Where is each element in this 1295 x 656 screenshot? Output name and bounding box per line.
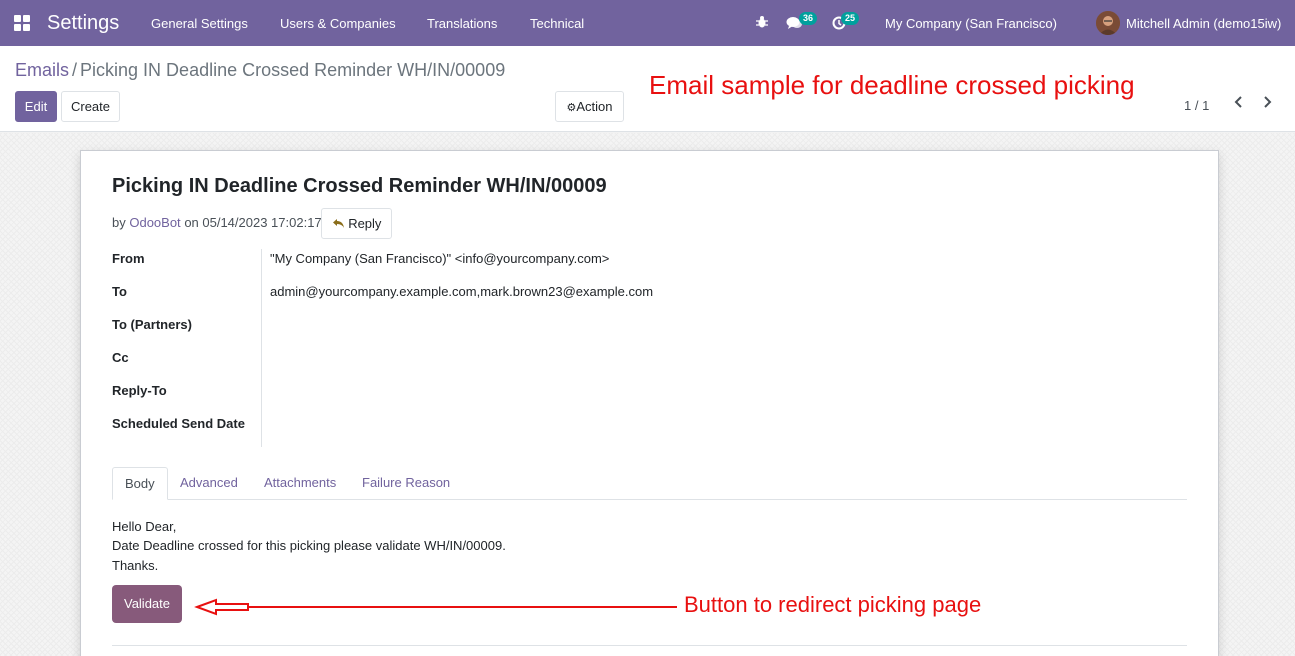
cc-label: Cc: [112, 350, 129, 365]
reply-to-label: Reply-To: [112, 383, 167, 398]
tab-attachments[interactable]: Attachments: [252, 467, 348, 500]
tab-advanced[interactable]: Advanced: [168, 467, 250, 500]
annotation-email-sample: Email sample for deadline crossed pickin…: [649, 70, 1135, 100]
from-label: From: [112, 251, 145, 266]
reply-button[interactable]: Reply: [321, 208, 392, 239]
control-panel: Emails / Picking IN Deadline Crossed Remin…: [0, 46, 1295, 132]
company-switcher[interactable]: My Company (San Francisco): [885, 16, 1057, 31]
breadcrumb-separator: /: [72, 60, 78, 80]
breadcrumb-current: Picking IN Deadline Crossed Reminder WH/…: [80, 60, 506, 80]
messages-count-badge: 36: [799, 12, 818, 25]
create-button[interactable]: Create: [61, 91, 120, 122]
to-label: To: [112, 284, 127, 299]
reply-label: Reply: [348, 216, 382, 231]
menu-technical[interactable]: Technical: [530, 16, 584, 31]
validate-button[interactable]: Validate: [112, 585, 182, 623]
reply-icon: [332, 216, 349, 231]
user-avatar[interactable]: [1096, 11, 1120, 35]
pager-next-icon[interactable]: [1262, 95, 1272, 114]
to-partners-label: To (Partners): [112, 317, 192, 332]
breadcrumb-emails-link[interactable]: Emails: [15, 60, 69, 80]
by-prefix: by: [112, 215, 126, 230]
email-date: on 05/14/2023 17:02:17: [184, 215, 322, 230]
debug-bug-icon[interactable]: [755, 15, 769, 32]
menu-users-companies[interactable]: Users & Companies: [280, 16, 396, 31]
fields-divider: [261, 249, 262, 447]
email-meta: by OdooBot on 05/14/2023 17:02:17: [112, 215, 322, 230]
pager-value[interactable]: 1 / 1: [1184, 98, 1209, 113]
body-line-message: Date Deadline crossed for this picking p…: [112, 538, 506, 553]
app-name[interactable]: Settings: [47, 12, 119, 35]
tab-failure-reason[interactable]: Failure Reason: [350, 467, 462, 500]
to-value[interactable]: admin@yourcompany.example.com,mark.brown…: [270, 284, 653, 299]
tab-body[interactable]: Body: [112, 467, 168, 500]
annotation-arrow-icon: [194, 598, 677, 616]
email-subject: Picking IN Deadline Crossed Reminder WH/…: [112, 175, 607, 197]
edit-button[interactable]: Edit: [15, 91, 57, 122]
menu-general-settings[interactable]: General Settings: [151, 16, 248, 31]
menu-translations[interactable]: Translations: [427, 16, 497, 31]
user-menu[interactable]: Mitchell Admin (demo15iw): [1126, 16, 1281, 31]
author-link[interactable]: OdooBot: [129, 215, 180, 230]
scheduled-send-date-label: Scheduled Send Date: [112, 416, 245, 431]
body-line-greeting: Hello Dear,: [112, 519, 177, 534]
activities-count-badge: 25: [841, 12, 860, 25]
action-button[interactable]: ⚙Action: [555, 91, 624, 122]
body-bottom-divider: [112, 645, 1187, 646]
apps-grid-icon[interactable]: [14, 15, 31, 32]
gear-icon: ⚙: [566, 102, 577, 114]
pager-previous-icon[interactable]: [1234, 95, 1244, 114]
action-label: Action: [576, 99, 613, 114]
annotation-button-redirect: Button to redirect picking page: [684, 592, 982, 617]
body-line-thanks: Thanks.: [112, 558, 159, 573]
breadcrumb: Emails / Picking IN Deadline Crossed Remin…: [15, 60, 505, 81]
top-navbar: Settings General Settings Users & Compan…: [0, 0, 1295, 46]
from-value[interactable]: "My Company (San Francisco)" <info@yourc…: [270, 251, 609, 266]
